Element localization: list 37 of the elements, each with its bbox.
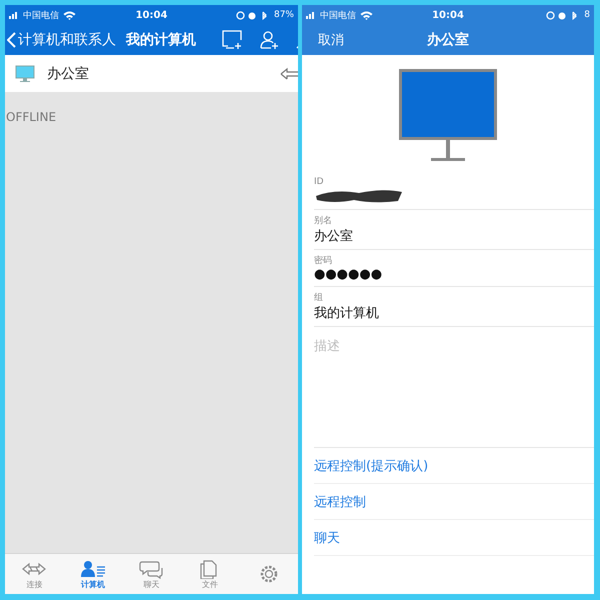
wifi-icon [360,10,373,20]
cancel-button[interactable]: 取消 [318,31,344,49]
field-value[interactable]: ●●●●●● [314,267,594,282]
monitor-icon [15,64,35,82]
add-computer-icon[interactable] [222,30,244,50]
field-label: 密码 [314,254,333,267]
person-list-icon [78,558,107,578]
carrier: 中国电信 [23,10,59,22]
signal-icon [9,11,19,19]
tab[interactable]: 聊天 [126,558,176,590]
chevron-icon [7,32,16,48]
tab[interactable]: 连接 [9,558,60,590]
battery-percent: 8 [584,10,590,20]
field-label: 别名 [314,214,333,227]
field-label: 组 [314,292,324,304]
chat-icon [137,558,166,578]
field-value[interactable]: 办公室 [314,227,594,245]
action-link[interactable]: 聊天 [314,528,340,546]
clock-time: 10:04 [136,10,168,20]
battery-percent: 87% [274,10,294,20]
action-link[interactable]: 远程控制(提示确认) [314,456,428,474]
screen-title: 办公室 [427,31,469,49]
arrows-icon[interactable] [280,66,298,80]
action-link[interactable]: 远程控制 [314,492,366,510]
carrier: 中国电信 [320,10,356,22]
section-header: OFFLINE [6,109,58,124]
computer-name: 办公室 [47,64,89,82]
add-contact-icon[interactable] [260,30,280,50]
field-label: ID [314,177,325,187]
signal-icon [306,11,316,19]
tab[interactable]: 文件 [185,558,236,590]
clock-time: 10:04 [432,10,464,20]
wifi-icon [63,10,76,20]
screen-title: 我的计算机 [126,31,196,49]
back-button[interactable]: 计算机和联系人 [5,31,116,49]
field-value[interactable]: 我的计算机 [314,304,594,322]
tab[interactable]: 计算机 [68,558,118,590]
